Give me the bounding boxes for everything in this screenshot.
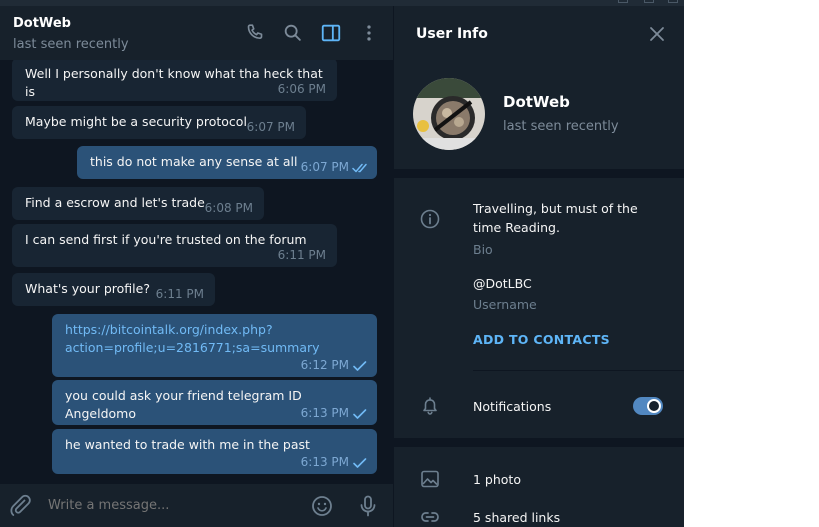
message-text: you could ask your friend telegram ID An… <box>65 388 302 421</box>
message-time: 6:11 PM <box>277 248 326 262</box>
notifications-label: Notifications <box>473 399 552 414</box>
check-icon <box>353 361 367 371</box>
message-time: 6:07 PM <box>300 160 349 174</box>
message-text: Find a escrow and let's trade <box>25 195 205 210</box>
emoji-icon[interactable] <box>310 494 334 518</box>
more-vert-icon[interactable] <box>358 22 380 44</box>
telegram-window: DotWeb last seen recently Well I persona… <box>0 0 684 527</box>
message-outgoing[interactable]: he wanted to trade with me in the past 6… <box>52 429 377 474</box>
photo-icon <box>421 470 439 488</box>
message-composer <box>0 484 393 527</box>
photos-count[interactable]: 1 photo <box>473 470 521 489</box>
profile-link[interactable]: https://bitcointalk.org/index.php? action… <box>65 322 320 355</box>
search-icon[interactable] <box>282 22 304 44</box>
link-line-2: action=profile;u=2816771;sa=summary <box>65 340 320 355</box>
attach-icon[interactable] <box>8 494 32 518</box>
chat-header[interactable]: DotWeb last seen recently <box>0 6 393 60</box>
bell-icon <box>423 397 437 415</box>
divider-line <box>473 370 684 371</box>
section-divider <box>394 438 684 447</box>
message-time: 6:06 PM <box>277 82 326 96</box>
user-name: DotWeb <box>503 93 570 111</box>
username-label: Username <box>473 297 537 312</box>
chat-title[interactable]: DotWeb <box>13 16 71 31</box>
chat-panel: DotWeb last seen recently Well I persona… <box>0 6 393 527</box>
message-outgoing[interactable]: you could ask your friend telegram ID An… <box>52 380 377 425</box>
message-list[interactable]: Well I personally don't know what tha he… <box>0 60 393 484</box>
info-icon <box>420 209 440 229</box>
check-icon <box>353 409 367 419</box>
toggle-knob <box>647 399 661 413</box>
message-time: 6:13 PM <box>300 406 349 420</box>
message-incoming[interactable]: Find a escrow and let's trade 6:08 PM <box>12 187 264 220</box>
phone-icon[interactable] <box>244 22 266 44</box>
link-icon <box>421 512 439 522</box>
close-icon[interactable] <box>648 25 666 43</box>
message-incoming[interactable]: Well I personally don't know what tha he… <box>12 60 337 101</box>
notifications-toggle[interactable] <box>633 397 663 415</box>
maximize-button[interactable] <box>644 0 654 3</box>
message-text: Maybe might be a security protocol <box>25 114 247 129</box>
minimize-button[interactable] <box>618 0 628 3</box>
message-incoming[interactable]: Maybe might be a security protocol 6:07 … <box>12 106 306 139</box>
sidebar-toggle-icon[interactable] <box>320 22 342 44</box>
add-to-contacts-button[interactable]: ADD TO CONTACTS <box>473 332 610 347</box>
avatar[interactable] <box>413 78 485 150</box>
microphone-icon[interactable] <box>356 494 380 518</box>
bio-line-2: time Reading. <box>473 220 560 235</box>
message-time: 6:11 PM <box>155 287 204 301</box>
message-input[interactable] <box>48 498 288 513</box>
message-text: What's your profile? <box>25 281 150 296</box>
message-outgoing[interactable]: this do not make any sense at all 6:07 P… <box>77 146 377 179</box>
message-text: I can send first if you're trusted on th… <box>25 232 307 247</box>
username-value[interactable]: @DotLBC <box>473 274 532 293</box>
link-line-1: https://bitcointalk.org/index.php? <box>65 322 273 337</box>
message-incoming[interactable]: I can send first if you're trusted on th… <box>12 224 337 267</box>
message-text: he wanted to trade with me in the past <box>65 437 310 452</box>
window-close-button[interactable] <box>668 0 678 3</box>
bio-label: Bio <box>473 242 493 257</box>
message-outgoing[interactable]: https://bitcointalk.org/index.php? action… <box>52 314 377 377</box>
message-time: 6:07 PM <box>246 120 295 134</box>
message-incoming[interactable]: What's your profile? 6:11 PM <box>12 273 215 306</box>
message-text: this do not make any sense at all <box>90 154 298 169</box>
message-time: 6:13 PM <box>300 455 349 469</box>
message-time: 6:08 PM <box>204 201 253 215</box>
message-time: 6:12 PM <box>300 358 349 372</box>
user-info-title: User Info <box>416 26 488 42</box>
chat-status: last seen recently <box>13 37 129 52</box>
user-info-panel: User Info DotWeb last seen recently Trav… <box>393 6 684 527</box>
section-divider <box>394 169 684 178</box>
bio-text[interactable]: Travelling, but must of the time Reading… <box>473 199 638 237</box>
shared-links-count[interactable]: 5 shared links <box>473 508 560 527</box>
check-icon <box>353 458 367 468</box>
double-check-icon <box>352 163 367 173</box>
user-status: last seen recently <box>503 119 619 134</box>
bio-line-1: Travelling, but must of the <box>473 201 638 216</box>
